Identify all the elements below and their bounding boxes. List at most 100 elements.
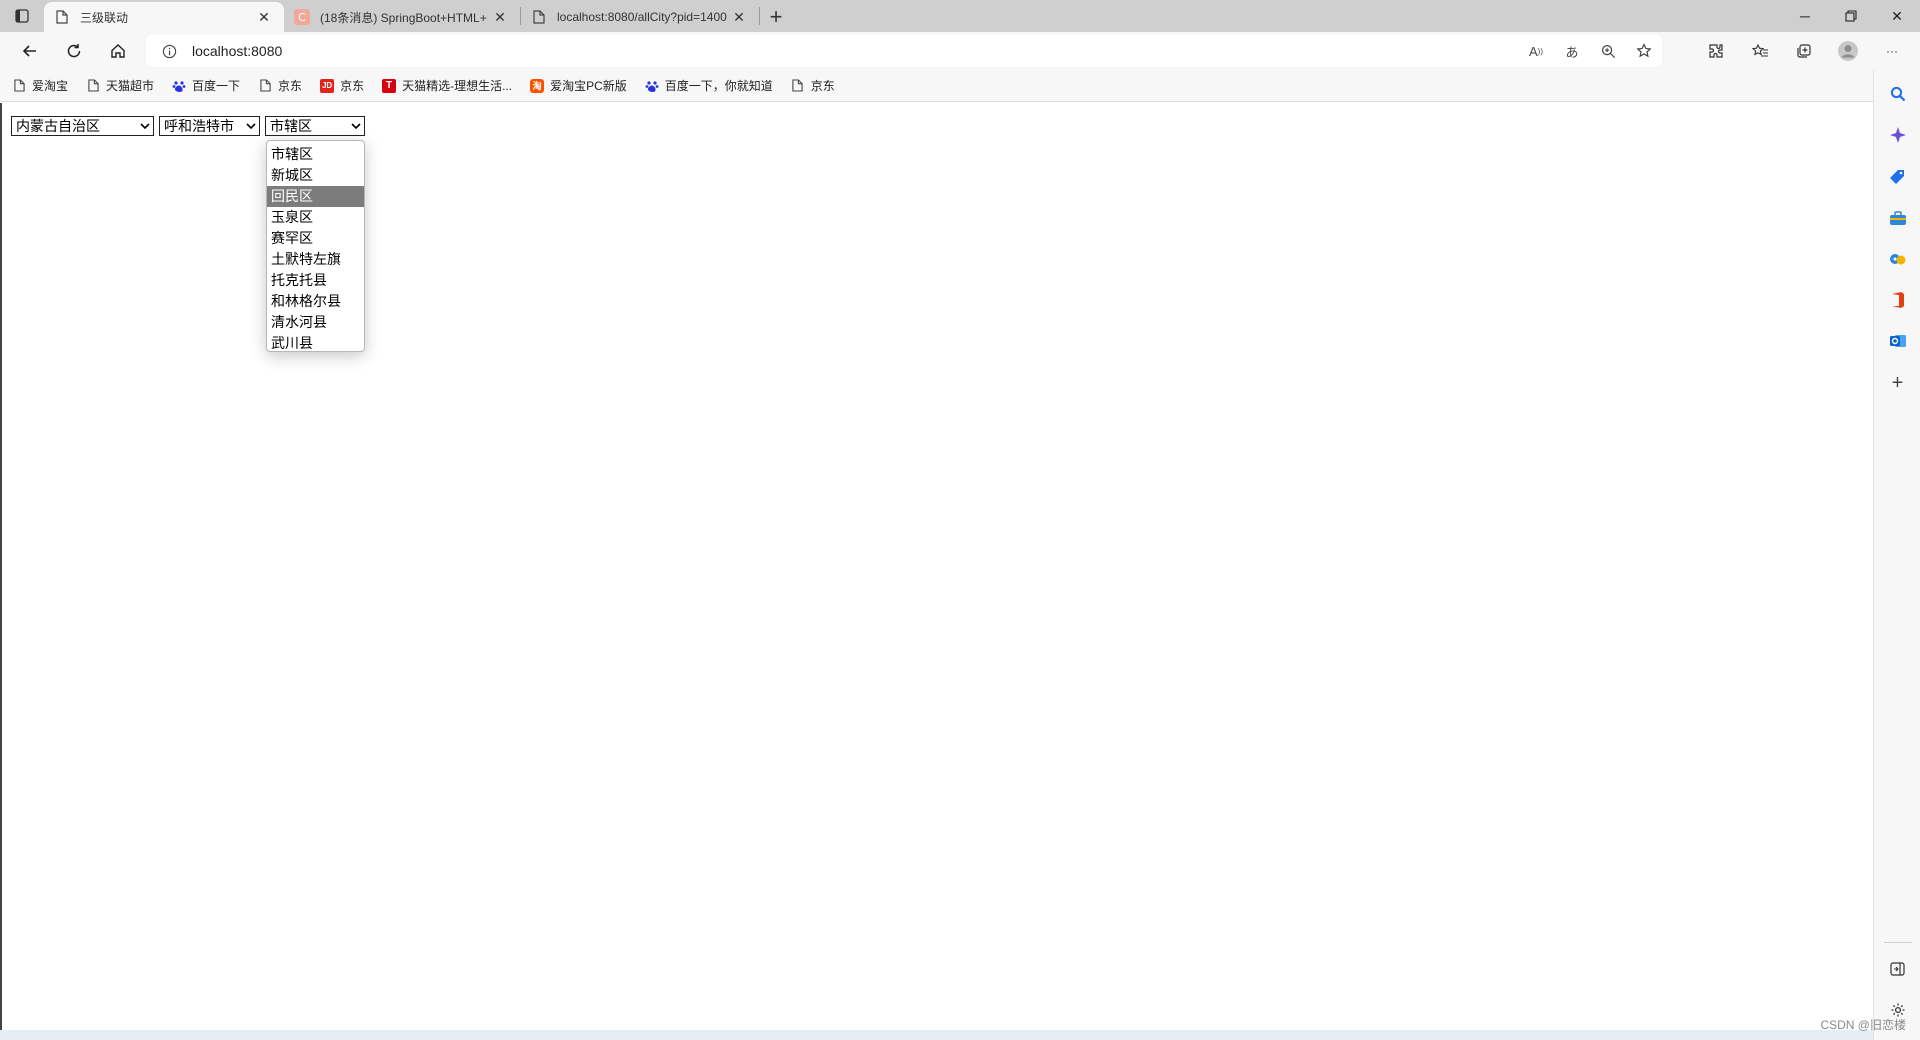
favorite-add-icon[interactable]	[1626, 35, 1662, 67]
dropdown-option-highlighted[interactable]: 回民区	[267, 186, 364, 207]
dropdown-option[interactable]: 市辖区	[267, 144, 364, 165]
province-select-value: 内蒙古自治区	[16, 118, 100, 134]
bookmark-label: 京东	[278, 79, 303, 93]
home-icon	[111, 44, 125, 58]
bookmark-label: 爱淘宝	[32, 79, 69, 93]
restore-icon	[1845, 10, 1857, 22]
city-select-value: 呼和浩特市	[164, 118, 234, 134]
bookmark-label: 天猫精选-理想生活...	[402, 79, 513, 93]
address-bar[interactable]: localhost:8080 A)) あ	[146, 35, 1662, 67]
edge-sidebar: +	[1873, 70, 1920, 1040]
dropdown-option[interactable]: 武川县	[267, 333, 364, 354]
tab-actions-button[interactable]	[0, 0, 44, 32]
bookmark-item[interactable]: 百度一下，你就知道	[645, 77, 773, 94]
profile-avatar-icon[interactable]	[1826, 32, 1870, 70]
bookmark-item[interactable]: 天猫超市	[86, 77, 154, 94]
favorites-icon[interactable]	[1738, 32, 1782, 70]
tab-title: (18条消息) SpringBoot+HTML+	[320, 10, 487, 25]
svg-text:C: C	[298, 11, 306, 24]
address-bar-actions: A)) あ	[1518, 35, 1662, 67]
close-icon: ✕	[1891, 7, 1903, 24]
bookmark-item[interactable]: 百度一下	[172, 77, 240, 94]
more-options-icon[interactable]: ···	[1870, 32, 1914, 70]
tools-icon[interactable]	[1874, 201, 1920, 235]
extensions-icon[interactable]	[1694, 32, 1738, 70]
jd-icon: JD	[320, 78, 335, 93]
dropdown-option[interactable]: 新城区	[267, 165, 364, 186]
dropdown-option[interactable]: 清水河县	[267, 312, 364, 333]
dropdown-option[interactable]: 和林格尔县	[267, 291, 364, 312]
baidu-paw-icon	[645, 79, 659, 93]
dropdown-option[interactable]: 托克托县	[267, 270, 364, 291]
read-aloud-icon[interactable]: A))	[1518, 35, 1554, 67]
minimize-icon: ─	[1800, 8, 1810, 24]
tab-title: localhost:8080/allCity?pid=1400	[557, 10, 727, 24]
plus-icon: +	[769, 4, 783, 29]
tab-3[interactable]: localhost:8080/allCity?pid=1400 ✕	[521, 2, 759, 32]
zoom-icon[interactable]	[1590, 35, 1626, 67]
hide-sidebar-icon[interactable]	[1874, 952, 1920, 986]
aitaobao-icon: 淘	[530, 78, 545, 93]
bookmark-item[interactable]: JD 京东	[320, 77, 364, 94]
city-select[interactable]: 呼和浩特市	[159, 116, 260, 136]
close-window-button[interactable]: ✕	[1874, 0, 1920, 32]
info-icon[interactable]	[152, 44, 186, 59]
chevron-down-icon	[243, 122, 259, 130]
bookmark-label: 百度一下，你就知道	[664, 79, 773, 93]
tab-actions-icon	[15, 9, 29, 23]
chevron-down-icon	[137, 122, 153, 130]
tmall-icon: T	[382, 78, 397, 93]
dropdown-option[interactable]: 赛罕区	[267, 228, 364, 249]
bookmark-label: 百度一下	[192, 79, 241, 93]
bookmark-item[interactable]: 京东	[791, 77, 835, 94]
bookmark-label: 京东	[340, 79, 365, 93]
shopping-tag-icon[interactable]	[1874, 160, 1920, 194]
csdn-icon: C	[294, 9, 310, 25]
bookmark-item[interactable]: T 天猫精选-理想生活...	[382, 77, 512, 94]
browser-toolbar: localhost:8080 A)) あ ···	[0, 32, 1920, 70]
page-icon	[12, 79, 26, 93]
page-icon	[791, 79, 805, 93]
tab-1[interactable]: 三级联动 ✕	[44, 2, 284, 32]
add-sidebar-app-icon[interactable]: +	[1874, 366, 1920, 400]
page-icon	[531, 9, 547, 25]
collections-icon[interactable]	[1782, 32, 1826, 70]
page-icon	[258, 79, 272, 93]
url-text[interactable]: localhost:8080	[192, 43, 282, 59]
bookmark-label: 天猫超市	[106, 79, 155, 93]
province-select[interactable]: 内蒙古自治区	[11, 116, 154, 136]
tab-2[interactable]: C (18条消息) SpringBoot+HTML+ ✕	[284, 2, 520, 32]
translate-icon[interactable]: あ	[1554, 35, 1590, 67]
games-icon[interactable]	[1874, 242, 1920, 276]
dropdown-option[interactable]: 玉泉区	[267, 207, 364, 228]
outlook-icon[interactable]	[1874, 324, 1920, 358]
dropdown-option[interactable]: 土默特左旗	[267, 249, 364, 270]
restore-button[interactable]	[1828, 0, 1874, 32]
tab-title: 三级联动	[80, 10, 129, 25]
toolbar-actions: ···	[1694, 32, 1920, 70]
home-button[interactable]	[96, 35, 140, 67]
bookmarks-bar: 爱淘宝 天猫超市 百度一下 京东 JD 京东 T 天猫精选-理想生活... 淘 …	[0, 70, 1920, 102]
tab-strip: 三级联动 ✕ C (18条消息) SpringBoot+HTML+ ✕ loca…	[0, 0, 1920, 32]
page-content: 内蒙古自治区 呼和浩特市 市辖区 市辖区 新城区 回民区 玉泉区 赛罕区 土默特…	[0, 103, 1873, 1030]
close-icon[interactable]: ✕	[729, 7, 749, 27]
sidebar-divider	[1884, 942, 1912, 943]
bookmark-item[interactable]: 淘 爱淘宝PC新版	[530, 77, 627, 94]
watermark-text: CSDN @旧恋楼	[1820, 1018, 1906, 1032]
district-select[interactable]: 市辖区	[265, 116, 365, 136]
page-icon	[86, 79, 100, 93]
office-icon[interactable]	[1874, 283, 1920, 317]
copilot-icon[interactable]	[1874, 118, 1920, 152]
minimize-button[interactable]: ─	[1782, 0, 1828, 32]
back-button[interactable]	[8, 35, 52, 67]
search-icon[interactable]	[1874, 77, 1920, 111]
close-icon[interactable]: ✕	[254, 7, 274, 27]
reload-button[interactable]	[52, 35, 96, 67]
chevron-down-icon	[348, 122, 364, 130]
reload-icon	[67, 44, 81, 58]
bookmark-item[interactable]: 京东	[258, 77, 302, 94]
close-icon[interactable]: ✕	[490, 7, 510, 27]
page-icon	[54, 9, 70, 25]
new-tab-button[interactable]: +	[760, 2, 792, 32]
bookmark-item[interactable]: 爱淘宝	[12, 77, 68, 94]
